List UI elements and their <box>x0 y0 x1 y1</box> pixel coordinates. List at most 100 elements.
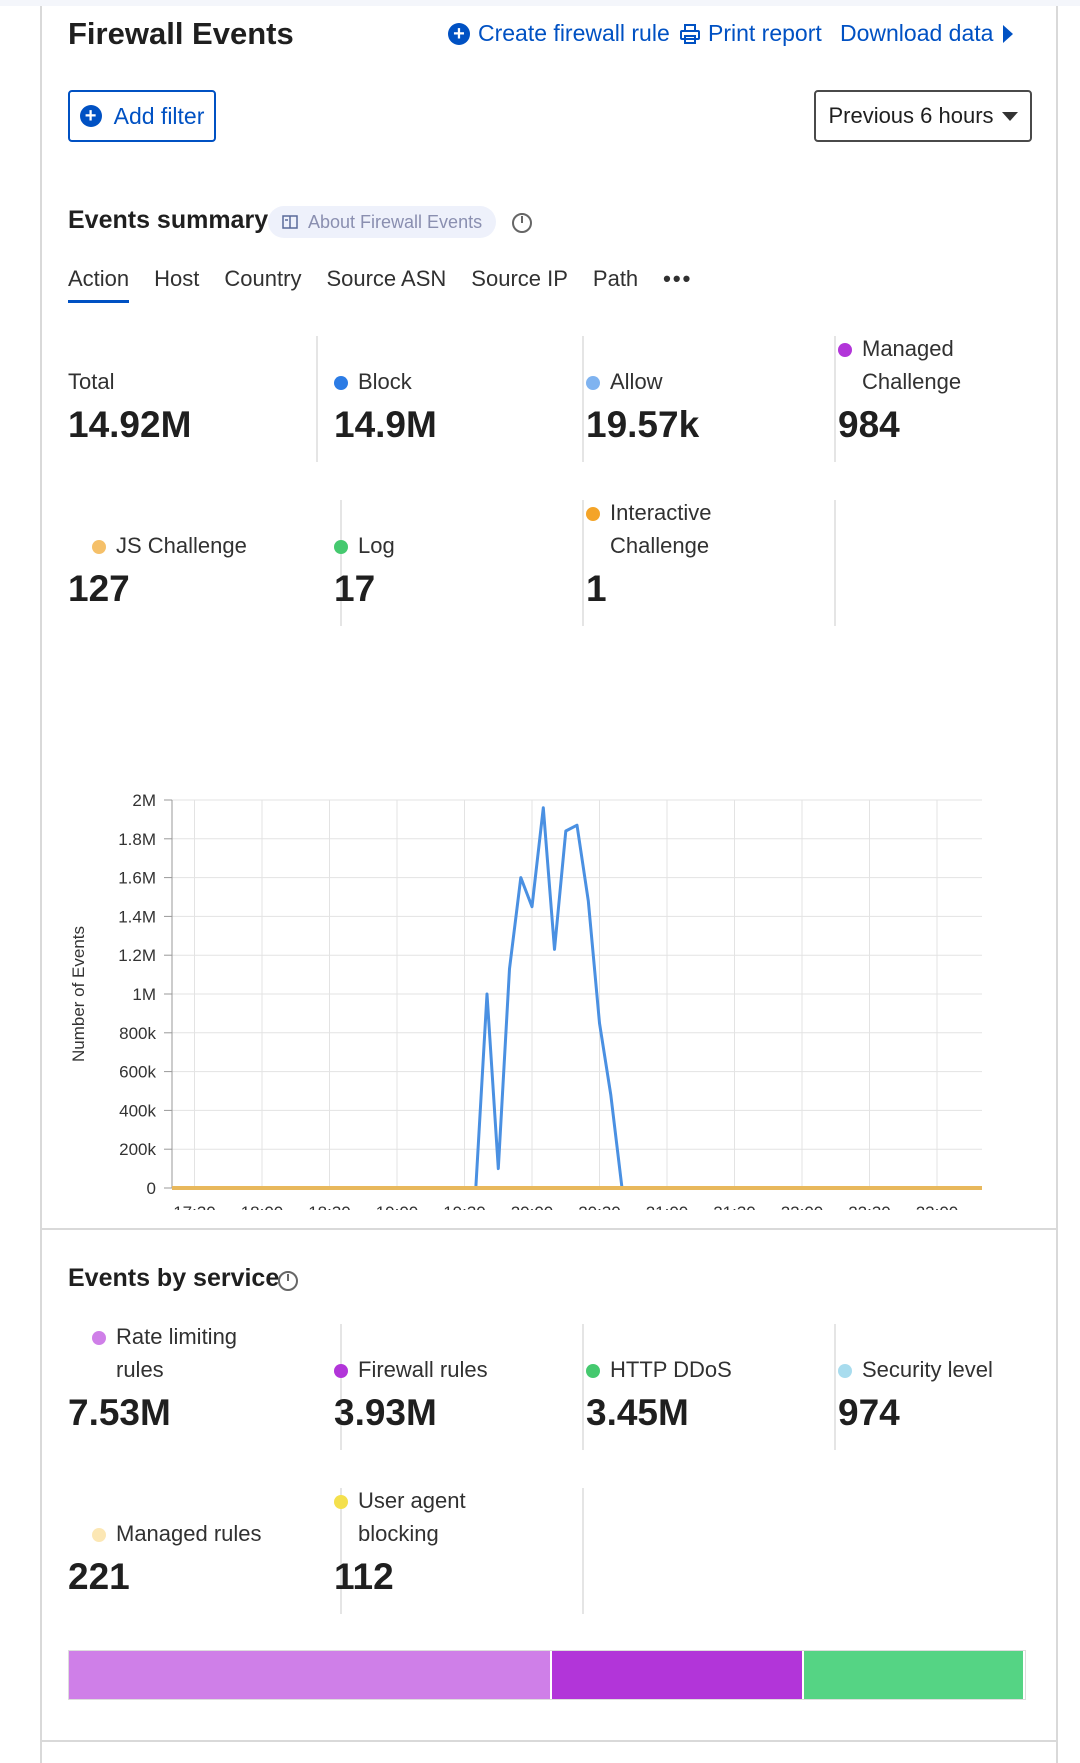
y-tick-label: 400k <box>119 1101 156 1120</box>
bar-segment[interactable] <box>69 1651 552 1699</box>
print-report-link[interactable]: Print report <box>680 20 822 47</box>
plus-circle-icon: + <box>448 22 470 45</box>
events-by-service-card: Events by service Rate limiting rules 7.… <box>40 1230 1058 1763</box>
events-by-service-title: Events by service <box>68 1264 280 1292</box>
printer-icon <box>680 23 700 44</box>
stat-value: 112 <box>334 1556 394 1597</box>
y-tick-label: 1.6M <box>118 869 156 888</box>
y-axis-label: Number of Events <box>69 926 88 1062</box>
stat-label: JS Challenge <box>116 533 247 558</box>
time-range-select[interactable]: Previous 6 hours <box>814 90 1032 142</box>
stat-js-challenge[interactable]: JS Challenge 127 <box>68 500 342 626</box>
y-tick-label: 800k <box>119 1024 156 1043</box>
stat-value: 984 <box>838 404 900 445</box>
stat-label: Security level <box>862 1357 993 1382</box>
stat-value: 3.93M <box>334 1392 437 1433</box>
stat-value: 19.57k <box>586 404 700 445</box>
stat-interactive-challenge[interactable]: Interactive Challenge 1 <box>586 500 836 626</box>
stat-security-level[interactable]: Security level 974 <box>838 1324 1080 1450</box>
y-tick-label: 1.2M <box>118 946 156 965</box>
about-firewall-events-label: About Firewall Events <box>308 211 483 232</box>
stat-label: Block <box>358 369 412 394</box>
stat-allow[interactable]: Allow 19.57k <box>586 336 836 462</box>
legend-dot <box>586 376 600 390</box>
x-tick-label: 22:00 <box>781 1203 824 1210</box>
y-tick-label: 1.4M <box>118 907 156 926</box>
events-summary-card: Events summary About Firewall Events Act… <box>40 170 1058 1230</box>
clock-icon[interactable] <box>512 213 532 233</box>
more-tabs-button[interactable]: ••• <box>663 266 692 303</box>
x-tick-label: 22:30 <box>848 1203 891 1210</box>
legend-dot <box>334 1495 348 1509</box>
legend-dot <box>92 1331 106 1345</box>
legend-dot <box>586 507 600 521</box>
legend-dot <box>838 343 852 357</box>
create-firewall-rule-label: Create firewall rule <box>478 20 670 46</box>
stat-rate-limiting-rules[interactable]: Rate limiting rules 7.53M <box>68 1324 342 1450</box>
tab-host[interactable]: Host <box>154 266 199 303</box>
stat-label: Allow <box>610 369 663 394</box>
stat-label: Total <box>68 369 115 394</box>
legend-dot <box>92 1528 106 1542</box>
stat-value: 974 <box>838 1392 900 1433</box>
create-firewall-rule-link[interactable]: + Create firewall rule <box>448 20 670 47</box>
service-distribution-bar <box>68 1650 1026 1700</box>
clock-icon[interactable] <box>278 1271 298 1291</box>
x-tick-label: 19:00 <box>376 1203 419 1210</box>
add-filter-label: Add filter <box>113 102 205 129</box>
stat-firewall-rules[interactable]: Firewall rules 3.93M <box>334 1324 584 1450</box>
tab-source-ip[interactable]: Source IP <box>471 266 568 303</box>
bar-segment[interactable] <box>551 1651 804 1699</box>
x-tick-label: 20:30 <box>578 1203 621 1210</box>
page-title: Firewall Events <box>68 16 294 51</box>
stat-value: 1 <box>586 568 607 609</box>
events-line-chart[interactable]: 0 200k 400k 600k 800k 1M 1.2M 1.4M 1.6M 1.8M 2M 17:… <box>42 710 1056 1210</box>
bar-segment[interactable] <box>803 1651 1025 1699</box>
y-tick-label: 1M <box>132 985 156 1004</box>
tab-country[interactable]: Country <box>224 266 301 303</box>
legend-dot <box>92 540 106 554</box>
about-firewall-events-link[interactable]: About Firewall Events <box>268 206 497 238</box>
divider <box>42 1740 1056 1742</box>
legend-dot <box>334 540 348 554</box>
y-tick-label: 200k <box>119 1140 156 1159</box>
stat-value: 17 <box>334 568 376 609</box>
stat-value: 14.92M <box>68 404 192 445</box>
stat-label: Managed Challenge <box>862 336 962 394</box>
stat-value: 127 <box>68 568 130 609</box>
add-filter-button[interactable]: + Add filter <box>68 90 216 142</box>
stat-label: Interactive Challenge <box>610 500 712 558</box>
legend-dot <box>838 1364 852 1378</box>
stat-label: HTTP DDoS <box>610 1357 732 1382</box>
stat-value: 3.45M <box>586 1392 689 1433</box>
x-tick-label: 18:00 <box>241 1203 284 1210</box>
caret-right-icon <box>1003 24 1014 43</box>
y-tick-label: 1.8M <box>118 830 156 849</box>
x-tick-label: 21:00 <box>646 1203 689 1210</box>
stat-http-ddos[interactable]: HTTP DDoS 3.45M <box>586 1324 836 1450</box>
time-range-value: Previous 6 hours <box>828 103 994 128</box>
x-tick-label: 17:30 <box>173 1203 216 1210</box>
book-icon <box>282 215 298 229</box>
stat-total[interactable]: Total 14.92M <box>68 336 318 462</box>
legend-dot <box>586 1364 600 1378</box>
legend-dot <box>334 376 348 390</box>
stat-user-agent-blocking[interactable]: User agent blocking 112 <box>334 1488 584 1614</box>
stat-log[interactable]: Log 17 <box>334 500 584 626</box>
stat-value: 221 <box>68 1556 130 1597</box>
stat-value: 7.53M <box>68 1392 171 1433</box>
stat-managed-rules[interactable]: Managed rules 221 <box>68 1488 342 1614</box>
y-tick-label: 0 <box>147 1179 156 1198</box>
download-data-label: Download data <box>840 20 994 46</box>
chevron-down-icon <box>1001 111 1018 121</box>
stat-block[interactable]: Block 14.9M <box>334 336 584 462</box>
download-data-link[interactable]: Download data <box>840 20 1015 47</box>
tab-action[interactable]: Action <box>68 266 130 303</box>
stat-label: Log <box>358 533 395 558</box>
x-tick-label: 19:30 <box>443 1203 486 1210</box>
tab-path[interactable]: Path <box>593 266 638 303</box>
print-report-label: Print report <box>708 20 822 46</box>
tab-source-asn[interactable]: Source ASN <box>326 266 446 303</box>
events-summary-title: Events summary <box>68 206 269 234</box>
stat-managed-challenge[interactable]: Managed Challenge 984 <box>838 336 1080 462</box>
